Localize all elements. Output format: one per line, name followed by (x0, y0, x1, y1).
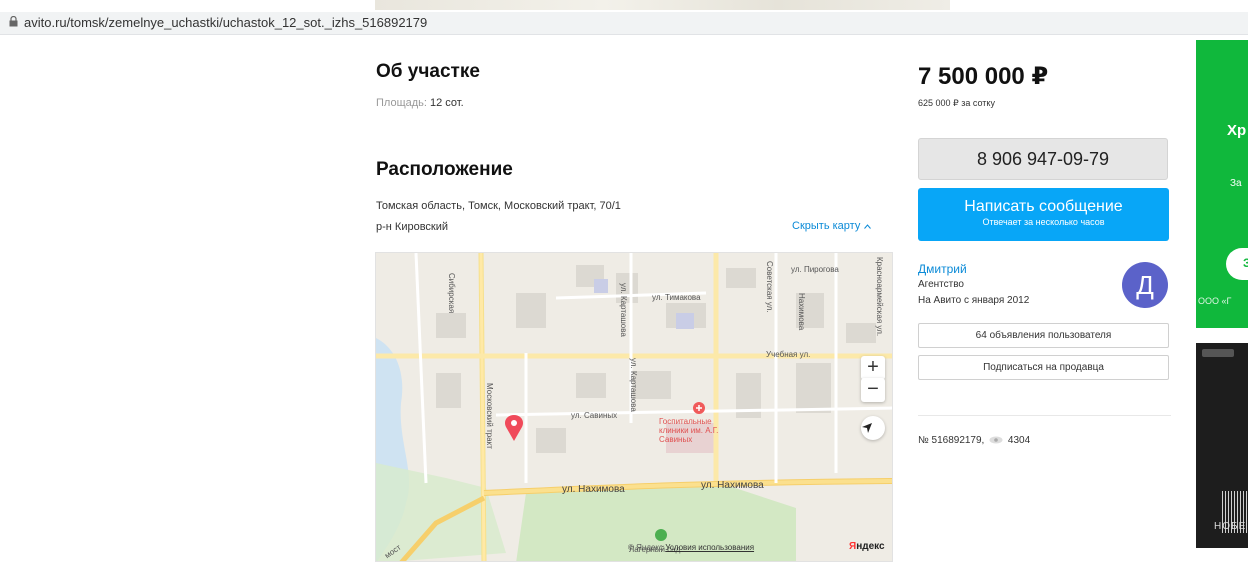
phone-button[interactable]: 8 906 947-09-79 (918, 138, 1168, 180)
chevron-up-icon (864, 224, 872, 229)
listing-meta: № 516892179, 4304 (918, 435, 1030, 446)
map-copyright: © Яндекс Условия использования (628, 543, 754, 552)
lock-icon (9, 16, 18, 27)
ad-green-footer: ООО «Г (1198, 296, 1232, 306)
map-label-pirogova: ул. Пирогова (791, 265, 839, 274)
area-value: 12 сот. (430, 97, 464, 109)
ad-green-title: Хр (1227, 122, 1247, 139)
map-label-sovetskaya: Советская ул. (765, 261, 774, 313)
previous-image-strip (375, 0, 950, 10)
ad-banner-green[interactable]: Хр За З ООО «Г (1196, 40, 1248, 328)
zoom-in-button[interactable]: + (861, 356, 885, 380)
district-text: р-н Кировский (376, 221, 449, 233)
ad-banner-dark[interactable]: НОБЕ (1196, 343, 1248, 548)
seller-avatar[interactable]: Д (1122, 262, 1168, 308)
map-label-uchebnaya: Учебная ул. (766, 350, 811, 359)
yandex-logo: Яндекс (849, 541, 885, 552)
map-label-savinykh: ул. Савиных (571, 411, 618, 420)
location-map[interactable]: Сибирская ул. Карташова ул. Тимакова Сов… (375, 252, 893, 562)
ad-dark-brand: НОБЕ (1214, 521, 1247, 532)
write-message-button[interactable]: Написать сообщение Отвечает за несколько… (918, 188, 1169, 241)
subscribe-seller-button[interactable]: Подписаться на продавца (918, 355, 1169, 380)
hide-map-link[interactable]: Скрыть карту (792, 220, 872, 232)
copyright-text: © Яндекс (628, 543, 664, 552)
map-label-nakhimova-1: ул. Нахимова (562, 484, 625, 495)
write-message-label: Написать сообщение (964, 198, 1123, 215)
ad-green-text: За (1230, 178, 1242, 189)
map-label-kartashova-2: ул. Карташова (629, 358, 638, 412)
map-label-nakhimova-2: ул. Нахимова (701, 480, 764, 491)
terms-link[interactable]: Условия использования (665, 543, 754, 552)
listing-number: № 516892179, (918, 435, 985, 446)
address-text: Томская область, Томск, Московский тракт… (376, 200, 621, 212)
hide-map-label: Скрыть карту (792, 220, 861, 232)
divider (918, 415, 1171, 416)
ad-green-button[interactable]: З (1226, 248, 1248, 280)
location-title: Расположение (376, 159, 513, 180)
zoom-out-button[interactable]: − (861, 378, 885, 402)
geolocate-button[interactable] (861, 416, 885, 440)
map-label-krasnoarmeyskaya: Красноармейская ул. (875, 257, 884, 337)
navigation-arrow-icon (862, 423, 872, 433)
url-text[interactable]: avito.ru/tomsk/zemelnye_uchastki/uchasto… (24, 15, 427, 30)
map-label-sibirskaya: Сибирская (447, 273, 456, 314)
seller-type: Агентство (918, 279, 964, 290)
map-label-moskovsky: Московский тракт (485, 383, 494, 449)
seller-since: На Авито с января 2012 (918, 295, 1030, 306)
address-bar[interactable]: avito.ru/tomsk/zemelnye_uchastki/uchasto… (0, 12, 1248, 35)
about-title: Об участке (376, 61, 480, 82)
eye-icon (989, 436, 1003, 444)
map-label-timakova: ул. Тимакова (652, 293, 701, 302)
seller-listings-button[interactable]: 64 объявления пользователя (918, 323, 1169, 348)
map-label-nakhimova-top: Нахимова (797, 293, 806, 331)
price-per-unit: 625 000 ₽ за сотку (918, 98, 995, 108)
map-label-hospital: Госпитальные клиники им. А.Г. Савиных (659, 417, 719, 444)
seller-name-link[interactable]: Дмитрий (918, 262, 967, 276)
area-label: Площадь: (376, 97, 427, 109)
views-count: 4304 (1007, 435, 1031, 446)
map-label-kartashova: ул. Карташова (619, 283, 628, 337)
area-row: Площадь: 12 сот. (376, 97, 464, 109)
reply-time-text: Отвечает за несколько часов (982, 217, 1105, 227)
price-value: 7 500 000 ₽ (918, 63, 1049, 90)
ad-tag (1202, 349, 1234, 357)
